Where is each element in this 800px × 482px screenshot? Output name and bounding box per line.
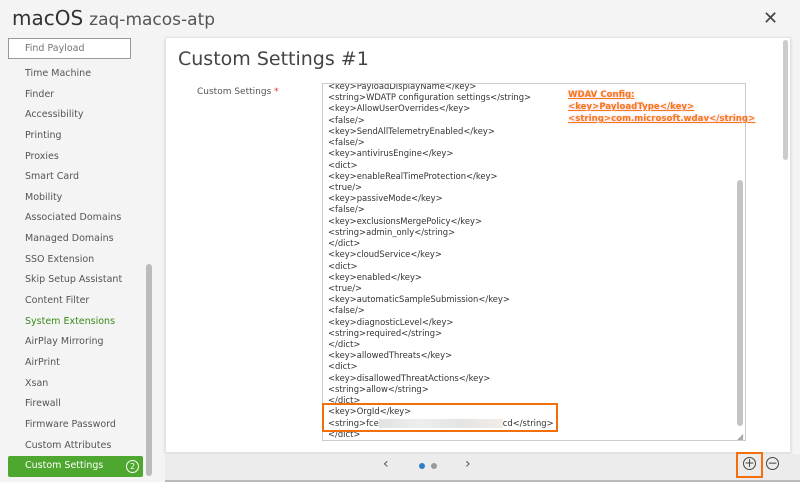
code-line: <false/> [328,204,365,215]
code-line: <false/> [328,114,365,125]
code-line: <string>allow</string> [328,383,429,394]
sidebar-item-label: Xsan [25,377,49,389]
code-line: <key>enableRealTimeProtection</key> [328,170,498,181]
code-line: <key>allowedThreats</key> [328,350,453,361]
sidebar-item[interactable]: Mobility [8,188,143,209]
count-badge: 2 [126,460,139,474]
code-line: <string>required</string> [328,327,443,338]
sidebar-item[interactable]: SSO Extension [8,250,143,271]
sidebar-item-label: Finder [25,88,55,100]
annotation-line: WDAV Config: [568,90,635,100]
sidebar-item[interactable]: Accessibility [8,105,143,126]
next-page-button[interactable]: › [465,456,471,472]
annotation-line: <key>PayloadType</key> [568,102,695,112]
code-line: <dict> [328,361,358,372]
page-title: Custom Settings #1 [178,48,369,70]
sidebar-item[interactable]: Firmware Password [8,415,143,436]
find-payload-input[interactable] [8,38,131,59]
sidebar-item-label: Smart Card [25,171,79,183]
code-line: <dict> [328,260,358,271]
sidebar-item-label: Custom Settings [25,460,104,472]
sidebar-item-label: AirPlay Mirroring [25,336,104,348]
annotation: WDAV Config: <key>PayloadType</key> <str… [568,89,755,125]
sidebar-item-label: Mobility [25,191,63,203]
field-label: Custom Settings * [197,87,279,97]
sidebar-item-label: Skip Setup Assistant [25,274,123,286]
code-line: </dict> [328,339,361,350]
code-line: <true/> [328,282,363,293]
sidebar-item-label: Associated Domains [25,212,122,224]
footer-bar [165,454,800,482]
sidebar-item[interactable]: Finder [8,85,143,106]
code-line: <dict> [328,159,358,170]
code-line: <key>antivirusEngine</key> [328,148,454,159]
close-icon[interactable]: ✕ [763,8,778,29]
required-mark: * [274,87,279,97]
code-line: <string>admin_only</string> [328,226,456,237]
code-line: <key>automaticSampleSubmission</key> [328,294,510,305]
plus-circle-icon[interactable]: + [743,457,756,470]
profile-name: zaq-macos-atp [89,10,216,30]
sidebar-item-label: Custom Attributes [25,439,112,451]
code-line: <key>cloudService</key> [328,249,442,260]
sidebar-item-label: Managed Domains [25,233,114,245]
sidebar-item-label: Proxies [25,150,59,162]
minus-circle-icon[interactable]: − [766,457,779,470]
code-line: <false/> [328,305,365,316]
orgid-highlight [322,403,558,432]
sidebar-item[interactable]: Smart Card [8,167,143,188]
code-line: </dict> [328,238,361,249]
sidebar-item[interactable]: Managed Domains [8,229,143,250]
code-line: <key>disallowedThreatActions</key> [328,372,491,383]
sidebar-item-label: Accessibility [25,109,84,121]
sidebar-item[interactable]: AirPlay Mirroring [8,332,143,353]
sidebar-item[interactable]: Custom Settings 2 [8,456,143,477]
sidebar-item[interactable]: Firewall [8,394,143,415]
custom-settings-textarea[interactable]: <key>PayloadDisplayName</key> <string>WDA… [322,83,746,441]
sidebar-item-label: SSO Extension [25,253,95,265]
os-label: macOS [12,6,84,30]
annotation-line: <string>com.microsoft.wdav</string> [568,114,756,124]
code-line: <key>passiveMode</key> [328,193,443,204]
code-line: <false/> [328,137,365,148]
sidebar-item[interactable]: Associated Domains [8,208,143,229]
sidebar-item[interactable]: Proxies [8,147,143,168]
sidebar-item[interactable]: Skip Setup Assistant [8,270,143,291]
page-dot[interactable] [431,463,437,469]
payload-sidebar: Time Machine Finder Accessibility Printing P… [8,64,143,477]
code-line: <string>WDATP configuration settings</st… [328,92,532,103]
window-title: macOS zaq-macos-atp [12,6,215,30]
page-dot-active[interactable] [419,463,425,469]
sidebar-item-label: Time Machine [25,68,92,79]
sidebar-item[interactable]: Xsan [8,374,143,395]
resize-grip-icon[interactable]: ◢ [737,432,743,441]
code-line: <true/> [328,181,363,192]
textarea-scrollbar[interactable] [737,180,743,426]
sidebar-item[interactable]: Content Filter [8,291,143,312]
code-line: <key>exclusionsMergePolicy</key> [328,215,482,226]
sidebar-item-label: System Extensions [25,315,116,327]
code-line: <key>diagnosticLevel</key> [328,316,454,327]
sidebar-item-label: Printing [25,129,62,141]
sidebar-item[interactable]: Custom Attributes [8,436,143,457]
field-label-text: Custom Settings [197,87,272,97]
sidebar-item[interactable]: AirPrint [8,353,143,374]
sidebar-item-label: Firmware Password [25,418,116,430]
sidebar-item[interactable]: System Extensions [8,312,143,333]
plist-content: <key>PayloadDisplayName</key> <string>WDA… [328,83,554,440]
sidebar-scrollbar[interactable] [146,264,152,476]
sidebar-item-label: Content Filter [25,295,90,307]
code-line: <key>enabled</key> [328,271,422,282]
sidebar-item[interactable]: Time Machine [8,64,143,85]
code-line: <key>PayloadDisplayName</key> [328,83,477,91]
code-line: <key>AllowUserOverrides</key> [328,103,471,114]
panel-scrollbar[interactable] [783,40,788,160]
prev-page-button[interactable]: ‹ [383,456,389,472]
sidebar-item[interactable]: Printing [8,126,143,147]
code-line: <key>SendAllTelemetryEnabled</key> [328,125,495,136]
sidebar-item-label: AirPrint [25,356,60,368]
sidebar-item-label: Firewall [25,398,61,410]
